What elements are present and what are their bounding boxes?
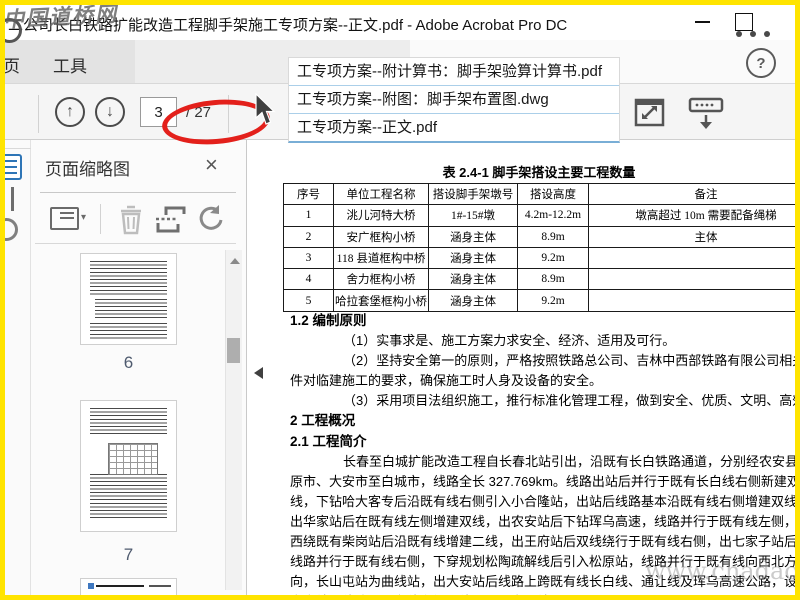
recent-file-item[interactable]: 工专项方案--附图：脚手架布置图.dwg [289, 86, 619, 114]
table-row: 2 安广框构小桥 涵身主体 8.9m 主体 [283, 225, 795, 248]
close-panel-icon[interactable]: × [205, 154, 218, 176]
tab-tools[interactable]: 工具 [53, 52, 87, 77]
panel-scrollbar[interactable] [225, 250, 242, 590]
document-line: 线，下钻哈大客专后沿既有线右侧引入小合隆站，出站后线路基本沿既有线右侧增建双线， [290, 493, 795, 509]
table-header-cell: 序号 [283, 182, 334, 206]
maximize-icon[interactable] [735, 13, 753, 31]
document-line: 1.2 编制原则 [290, 313, 367, 328]
mouse-cursor [255, 93, 276, 125]
table-cell: 安广框构小桥 [333, 225, 429, 248]
table-cell: 哈拉套堡框构小桥 [333, 289, 429, 312]
tab-home[interactable]: 页 [5, 52, 20, 77]
divider [40, 192, 236, 193]
divider [35, 243, 236, 244]
table-cell: 舍力框构小桥 [333, 268, 429, 291]
recent-file-item[interactable]: 工专项方案--正文.pdf [289, 114, 619, 141]
table-cell: 4.2m-12.2m [517, 204, 589, 227]
panel-divider[interactable] [246, 140, 247, 595]
table-cell: 5 [283, 289, 334, 312]
table-cell: 洮儿河特大桥 [333, 204, 429, 227]
table-cell: 3 [283, 246, 334, 270]
page-thumbnails-nav-icon[interactable] [5, 154, 22, 180]
table-header-cell: 备注 [588, 182, 795, 206]
table-cell: 8.9m [517, 268, 589, 291]
scroll-up-icon[interactable] [230, 258, 240, 264]
tab-strip-left: 页 工具 [5, 40, 135, 84]
table-cell [588, 289, 795, 312]
delete-pages-icon[interactable] [117, 204, 145, 236]
title-bar: 二公司长白铁路扩能改造工程脚手架施工专项方案--正文.pdf - Adobe A… [5, 5, 795, 40]
document-line: 长春至白城扩能改造工程自长春北站引出，沿既有长白铁路通道，分别经农安县、松 [343, 453, 795, 469]
more-options-icon[interactable] [736, 31, 770, 37]
table-caption: 表 2.4-1 脚手架搭设主要工程数量 [442, 165, 636, 180]
thumbnail-label: 6 [123, 353, 134, 372]
document-line: 2 工程概况 [290, 413, 356, 429]
divider [100, 204, 101, 234]
table-row: 1 洮儿河特大桥 1#-15#墩 4.2m-12.2m 墩高超过 10m 需要配备绳梯 [283, 204, 795, 227]
table-cell [588, 268, 795, 291]
document-line: 2.1 工程简介 [290, 433, 367, 449]
document-line: 出华家站后在既有线左侧增建双线，出农安站后下钻珲乌高速，线路并行于既有线左侧， [290, 513, 795, 529]
divider [38, 95, 39, 133]
minimize-icon[interactable] [695, 21, 710, 23]
table-cell [588, 246, 795, 270]
document-line: 西绕既有柴岗站后沿既有线增建二线，出王府站后双线绕行于既有线右侧，出七家子站后， [290, 534, 795, 550]
document-line: 原市、大安市至白城市，线路全长 327.769km。线路出站后并行于既有长白线右… [290, 473, 795, 489]
document-line: （2）坚持安全第一的原则，严格按照铁路总公司、吉林中西部铁路有限公司相关文 [343, 353, 795, 369]
table-row: 5 哈拉套堡框构小桥 涵身主体 9.2m [283, 289, 795, 312]
scrollbar-thumb[interactable] [227, 338, 240, 363]
table-cell: 涵身主体 [428, 246, 518, 270]
rotate-pages-icon[interactable] [197, 204, 225, 234]
recent-files-dropdown: 工专项方案--附计算书：脚手架验算计算书.pdf 工专项方案--附图：脚手架布置图… [288, 57, 620, 143]
thumbnails-panel-title: 页面缩略图 [45, 160, 130, 179]
recent-file-item[interactable]: 工专项方案--附计算书：脚手架验算计算书.pdf [289, 58, 619, 86]
next-page-button[interactable]: ↓ [95, 97, 125, 127]
document-line: （3）采用项目法组织施工，推行标准化管理工程，做到安全、优质、文明、高效。 [343, 393, 795, 409]
previous-page-button[interactable]: ↑ [55, 97, 85, 127]
watermark-bottom-right: www.chadao.com [645, 557, 795, 585]
document-line: 家窑站，线路沿既有线右侧环线，引入白城站 [290, 592, 795, 595]
document-line: （1）实事求是、施工方案力求安全、经济、适用及可行。 [343, 333, 676, 349]
table-header-row: 序号 单位工程名称 搭设脚手架墩号 搭设高度 备注 [283, 182, 795, 206]
divider [5, 148, 31, 149]
thumbnail-page-8[interactable] [80, 578, 177, 595]
split-pages-icon[interactable] [154, 205, 188, 235]
scaffold-quantity-table: 序号 单位工程名称 搭设脚手架墩号 搭设高度 备注 1 洮儿河特大桥 1#-15#墩 4.2m… [283, 182, 795, 312]
table-cell: 4 [283, 268, 334, 291]
thumbnail-label: 7 [123, 545, 134, 564]
table-header-cell: 搭设高度 [517, 182, 589, 206]
table-row: 4 舍力框构小桥 涵身主体 8.9m [283, 268, 795, 291]
bookmarks-nav-icon[interactable] [11, 187, 14, 211]
table-cell: 2 [283, 225, 334, 248]
chevron-down-icon: ▾ [81, 212, 87, 223]
thumbnail-options-icon[interactable] [50, 207, 79, 230]
fullscreen-icon[interactable] [633, 97, 667, 129]
document-line: 件对临建施工的要求，确保施工时人身及设备的安全。 [290, 373, 603, 389]
table-cell: 墩高超过 10m 需要配备绳梯 [588, 204, 795, 227]
table-header-cell: 单位工程名称 [333, 182, 429, 206]
acrobat-window: 二公司长白铁路扩能改造工程脚手架施工专项方案--正文.pdf - Adobe A… [0, 0, 800, 600]
table-cell: 主体 [588, 225, 795, 248]
table-cell: 9.2m [517, 246, 589, 270]
table-row: 3 118 县道框构中桥 涵身主体 9.2m [283, 246, 795, 270]
table-cell: 1 [283, 204, 334, 227]
table-cell: 9.2m [517, 289, 589, 312]
navigation-strip [5, 140, 31, 595]
table-cell: 1#-15#墩 [428, 204, 518, 227]
thumbnail-page-7[interactable] [80, 400, 177, 532]
document-text: 1.2 编制原则 （1）实事求是、施工方案力求安全、经济、适用及可行。 （2）坚持安… [290, 311, 795, 595]
table-cell: 涵身主体 [428, 268, 518, 291]
hide-toolbar-icon[interactable] [687, 97, 725, 131]
table-cell: 涵身主体 [428, 225, 518, 248]
table-cell: 8.9m [517, 225, 589, 248]
help-icon[interactable]: ? [746, 48, 776, 78]
collapse-panel-icon[interactable] [254, 367, 263, 379]
table-header-cell: 搭设脚手架墩号 [428, 182, 518, 206]
thumbnail-page-6[interactable] [80, 253, 177, 345]
table-cell: 涵身主体 [428, 289, 518, 312]
table-body: 1 洮儿河特大桥 1#-15#墩 4.2m-12.2m 墩高超过 10m 需要配备绳梯 2… [283, 204, 795, 312]
table-cell: 118 县道框构中桥 [333, 246, 429, 270]
